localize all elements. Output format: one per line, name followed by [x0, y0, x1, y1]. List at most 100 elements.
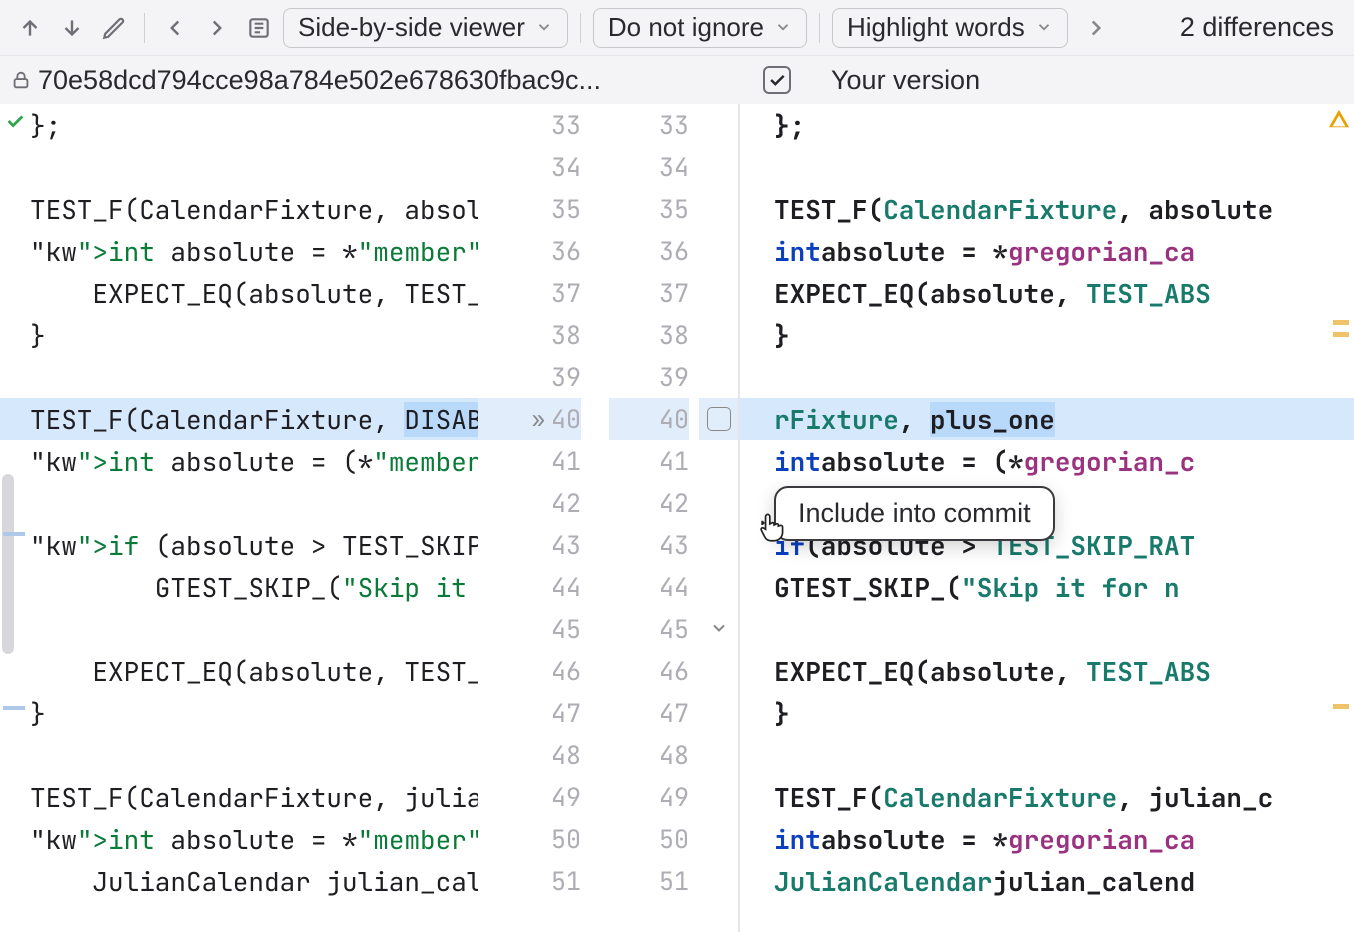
- line-number: 33: [609, 104, 689, 146]
- right-title: Your version: [831, 65, 980, 96]
- code-line[interactable]: int absolute = (*gregorian_c: [740, 440, 1354, 482]
- gutter-action-cell: [699, 356, 738, 398]
- more-icon[interactable]: [1078, 10, 1114, 46]
- code-line[interactable]: TEST_F(CalendarFixture, absol: [0, 188, 478, 230]
- code-line[interactable]: [740, 734, 1354, 776]
- code-line[interactable]: "kw">int absolute = (*"member">gregoria: [0, 440, 478, 482]
- line-number: 51: [609, 860, 689, 902]
- line-number: 45: [478, 608, 581, 650]
- line-number: 51: [478, 860, 581, 902]
- code-line[interactable]: }: [0, 314, 478, 356]
- minimap-marker[interactable]: [1333, 332, 1349, 337]
- chevron-down-icon: [1035, 12, 1053, 43]
- code-line[interactable]: [0, 146, 478, 188]
- gutter-action-cell: [699, 272, 738, 314]
- minimap-marker[interactable]: [1333, 704, 1349, 709]
- code-line[interactable]: };: [740, 104, 1354, 146]
- next-diff-button[interactable]: [54, 10, 90, 46]
- line-number: 47: [609, 692, 689, 734]
- line-number: 42: [478, 482, 581, 524]
- line-number: 36: [609, 230, 689, 272]
- minimap-marker[interactable]: [1333, 320, 1349, 325]
- viewer-dropdown[interactable]: Side-by-side viewer: [283, 8, 568, 48]
- line-number: 46: [609, 650, 689, 692]
- diff-body: }; TEST_F(CalendarFixture, absol "kw">int…: [0, 104, 1354, 932]
- code-line[interactable]: JulianCalendar julian_cal: [0, 860, 478, 902]
- code-line[interactable]: GTEST_SKIP_("Skip it fo: [0, 566, 478, 608]
- minimap: [1328, 104, 1354, 932]
- gutter-action-cell: [699, 314, 738, 356]
- code-line[interactable]: EXPECT_EQ(absolute, TEST_: [0, 272, 478, 314]
- code-line[interactable]: TEST_F(CalendarFixture, julian_c: [740, 776, 1354, 818]
- gutter-action-cell: [699, 230, 738, 272]
- back-button[interactable]: [157, 10, 193, 46]
- gutter-action-cell: [699, 188, 738, 230]
- code-line[interactable]: GTEST_SKIP_("Skip it for n: [740, 566, 1354, 608]
- line-number: 41: [609, 440, 689, 482]
- edit-icon[interactable]: [96, 10, 132, 46]
- code-line[interactable]: [740, 356, 1354, 398]
- tooltip-include-commit: Include into commit: [774, 486, 1055, 541]
- code-line[interactable]: [0, 356, 478, 398]
- line-number: 44: [609, 566, 689, 608]
- code-line[interactable]: TEST_F(CalendarFixture, absolute: [740, 188, 1354, 230]
- code-line[interactable]: rFixture, plus_one: [740, 398, 1354, 440]
- line-number: 35: [609, 188, 689, 230]
- code-line[interactable]: EXPECT_EQ(absolute, TEST_ABS: [740, 650, 1354, 692]
- highlight-dropdown[interactable]: Highlight words: [832, 8, 1068, 48]
- cursor-pointer-icon: [756, 508, 790, 549]
- code-line[interactable]: "kw">int absolute = *"member">gregorian: [0, 230, 478, 272]
- code-line[interactable]: }: [740, 692, 1354, 734]
- gutter-action-cell: [699, 398, 738, 440]
- code-line[interactable]: int absolute = *gregorian_ca: [740, 230, 1354, 272]
- gutter-action-cell: [699, 146, 738, 188]
- gutter-action-cell: [699, 524, 738, 566]
- ignore-dropdown[interactable]: Do not ignore: [593, 8, 807, 48]
- left-code-pane[interactable]: }; TEST_F(CalendarFixture, absol "kw">int…: [0, 104, 478, 932]
- code-line[interactable]: TEST_F(CalendarFixture, julia: [0, 776, 478, 818]
- line-number: 33: [478, 104, 581, 146]
- toolbar: Side-by-side viewer Do not ignore Highli…: [0, 0, 1354, 56]
- gutter-action-cell: [699, 776, 738, 818]
- code-line[interactable]: }: [0, 692, 478, 734]
- code-line[interactable]: [0, 608, 478, 650]
- line-number: 49: [609, 776, 689, 818]
- separator: [144, 13, 145, 43]
- code-line[interactable]: [0, 734, 478, 776]
- line-number: 37: [609, 272, 689, 314]
- line-number: 50: [609, 818, 689, 860]
- collapse-chevron-icon[interactable]: [709, 614, 729, 645]
- gutter-action-cell: [699, 734, 738, 776]
- line-number: 50: [478, 818, 581, 860]
- code-line[interactable]: [0, 482, 478, 524]
- line-number: 36: [478, 230, 581, 272]
- code-line[interactable]: int absolute = *gregorian_ca: [740, 818, 1354, 860]
- code-line[interactable]: EXPECT_EQ(absolute, TEST_ABS: [740, 272, 1354, 314]
- gutter-action-cell: [699, 482, 738, 524]
- line-number: 48: [609, 734, 689, 776]
- include-checkbox[interactable]: [707, 407, 731, 431]
- line-number: 35: [478, 188, 581, 230]
- line-number: 41: [478, 440, 581, 482]
- separator: [580, 13, 581, 43]
- gutter-action-cell: [699, 608, 738, 650]
- code-line[interactable]: }: [740, 314, 1354, 356]
- line-number: 49: [478, 776, 581, 818]
- forward-button[interactable]: [199, 10, 235, 46]
- line-number: 37: [478, 272, 581, 314]
- code-line[interactable]: };: [0, 104, 478, 146]
- line-number: 38: [478, 314, 581, 356]
- code-line[interactable]: EXPECT_EQ(absolute, TEST_: [0, 650, 478, 692]
- prev-diff-button[interactable]: [12, 10, 48, 46]
- line-number: 34: [478, 146, 581, 188]
- code-line[interactable]: "kw">int absolute = *"member">gregorian: [0, 818, 478, 860]
- apply-arrow-icon[interactable]: »: [532, 405, 545, 434]
- include-all-checkbox[interactable]: [763, 66, 791, 94]
- code-line[interactable]: [740, 146, 1354, 188]
- code-line[interactable]: "kw">if (absolute > TEST_SKIP_: [0, 524, 478, 566]
- layout-icon[interactable]: [241, 10, 277, 46]
- code-line[interactable]: JulianCalendar julian_calend: [740, 860, 1354, 902]
- code-line[interactable]: TEST_F(CalendarFixture, DISAB: [0, 398, 478, 440]
- code-line[interactable]: [740, 608, 1354, 650]
- gutter: 33343536373839»404142434445464748495051 …: [478, 104, 738, 932]
